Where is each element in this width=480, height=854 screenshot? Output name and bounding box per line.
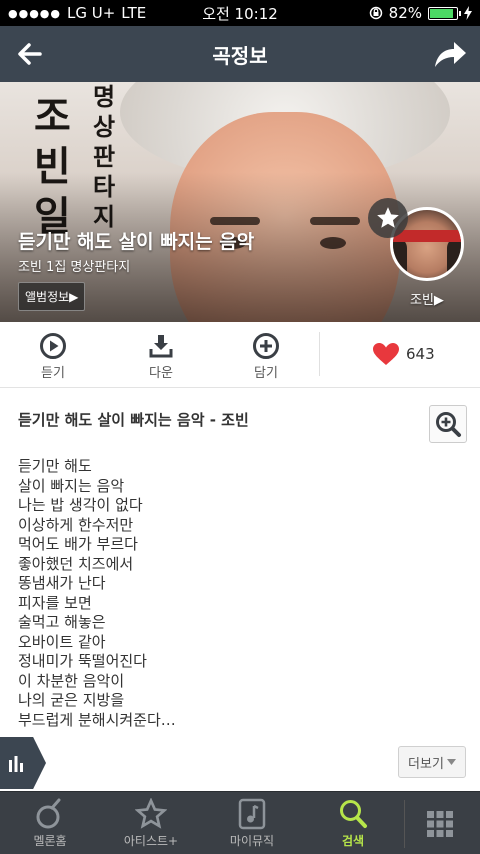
arrow-left-icon[interactable] — [14, 38, 46, 70]
bottom-tab-bar: 멜론홈 아티스트+ 마이뮤직 검색 — [0, 791, 480, 854]
tab-artist-plus-label: 아티스트+ — [123, 834, 179, 848]
chevron-down-icon — [446, 759, 456, 765]
tab-search[interactable]: 검색 — [313, 798, 393, 849]
lyrics-line: 피자를 보면 — [18, 593, 92, 612]
more-label: 더보기 — [408, 756, 444, 772]
battery-percent: 82% — [388, 4, 422, 22]
lyrics-line: 먹어도 배가 부르다 — [18, 535, 138, 553]
star-icon[interactable] — [368, 198, 408, 238]
download-button[interactable]: 다운 — [131, 332, 191, 381]
share-arrow-icon[interactable] — [432, 38, 468, 70]
play-button[interactable]: 듣기 — [23, 332, 83, 381]
tab-artist-plus[interactable]: 아티스트+ — [111, 798, 191, 849]
star-glyph-icon — [377, 207, 399, 228]
artist-name-link[interactable]: 조빈▶ — [410, 289, 444, 308]
lyrics-list: 듣기만 해도 살이 빠지는 음악 나는 밥 생각이 없다 이상하게 한수저만 먹어도 배… — [18, 457, 176, 730]
battery-icon — [428, 6, 461, 20]
equalizer-icon — [9, 756, 23, 772]
like-button[interactable]: 643 — [372, 342, 435, 366]
album-hero: 조빈일 명상판타지 듣기만 해도 살이 빠지는 음악 조빈 1집 명상판타지 앨… — [0, 82, 480, 322]
tab-melon-home-label: 멜론홈 — [33, 834, 67, 848]
lyrics-heading: 듣기만 해도 살이 빠지는 음악 - 조빈 — [18, 411, 249, 429]
page-title: 곡정보 — [212, 43, 268, 68]
like-count: 643 — [406, 345, 435, 363]
star-icon — [135, 798, 167, 829]
album-info-button[interactable]: 앨범정보▶ — [18, 282, 86, 311]
song-title: 듣기만 해도 살이 빠지는 음악 — [18, 231, 255, 253]
status-right: 82% — [369, 4, 472, 22]
rotation-lock-icon — [369, 6, 382, 20]
melon-home-icon — [36, 798, 61, 829]
lyrics-line: 이 차분한 음악이 — [18, 671, 125, 690]
lyrics-line: 살이 빠지는 음악 — [18, 476, 125, 495]
download-label: 다운 — [149, 366, 173, 381]
avatar-headband — [393, 230, 461, 242]
lyrics-line: 정내미가 뚝떨어진다 — [18, 652, 147, 670]
lyrics-section: 듣기만 해도 살이 빠지는 음악 - 조빈 듣기만 해도 살이 빠지는 음악 나는 … — [0, 389, 480, 791]
tab-my-music-label: 마이뮤직 — [229, 834, 275, 848]
album-subtitle: 조빈 1집 명상판타지 — [18, 260, 131, 275]
lyrics-line: 부드럽게 분해시켜준다… — [18, 710, 176, 729]
lyrics-line: 똥냄새가 난다 — [18, 574, 106, 592]
add-label: 담기 — [254, 366, 278, 381]
lyrics-line: 나의 굳은 지방을 — [18, 691, 125, 709]
more-button[interactable]: 더보기 — [398, 746, 466, 778]
signal-dots-icon: ●●●●● — [8, 6, 61, 20]
lyrics-line: 오바이트 같아 — [18, 632, 106, 651]
action-divider — [319, 332, 320, 376]
action-bar: 듣기 다운 담기 643 — [0, 322, 480, 388]
lyrics-line: 술먹고 해놓은 — [18, 613, 106, 631]
lyrics-line: 듣기만 해도 — [18, 457, 92, 475]
music-note-icon — [238, 798, 266, 830]
battery-fill — [430, 8, 453, 18]
lyrics-line: 이상하게 한수저만 — [18, 515, 134, 534]
tab-melon-home[interactable]: 멜론홈 — [10, 798, 90, 849]
play-icon — [40, 333, 66, 359]
zoom-in-button[interactable] — [429, 405, 467, 443]
header-bar: 곡정보 — [0, 26, 480, 82]
grid-menu-icon[interactable] — [426, 810, 454, 838]
heart-icon — [373, 343, 399, 365]
avatar-hair-left — [393, 238, 407, 278]
search-icon — [340, 800, 367, 828]
tab-search-label: 검색 — [341, 834, 365, 848]
status-left: ●●●●● LG U+ LTE — [8, 4, 146, 22]
zoom-in-icon — [436, 412, 461, 437]
network-type: LTE — [121, 4, 147, 22]
lyrics-line: 나는 밥 생각이 없다 — [18, 496, 143, 514]
plus-circle-icon — [253, 333, 279, 359]
tab-my-music[interactable]: 마이뮤직 — [212, 798, 292, 849]
player-handle[interactable] — [0, 737, 46, 789]
tab-divider — [404, 800, 405, 848]
download-icon — [149, 335, 173, 358]
add-button[interactable]: 담기 — [236, 332, 296, 381]
play-label: 듣기 — [41, 366, 65, 381]
charging-bolt-icon — [464, 6, 472, 20]
status-bar: ●●●●● LG U+ LTE 오전 10:12 82% — [0, 0, 480, 26]
lyrics-line: 좋아했던 치즈에서 — [18, 554, 134, 573]
carrier-name: LG U+ — [67, 4, 116, 22]
